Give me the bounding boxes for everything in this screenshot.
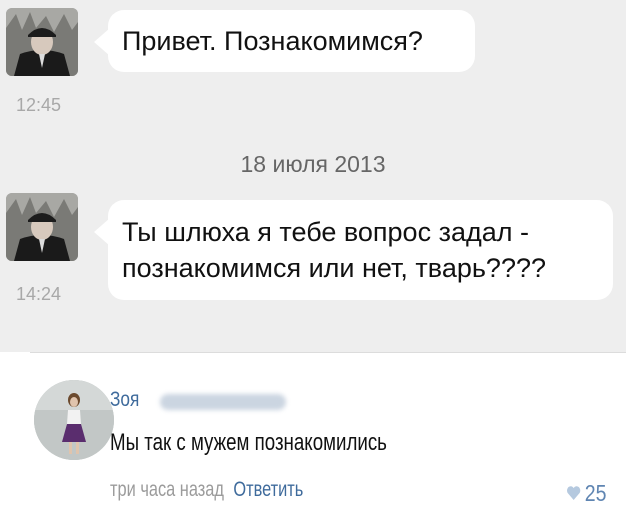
- like-count: 25: [584, 480, 607, 506]
- sender-avatar[interactable]: [6, 8, 78, 76]
- chat-area: Привет. Познакомимся? 12:45 18 июля 2013…: [0, 0, 626, 352]
- comment-time: три часа назад: [110, 478, 224, 501]
- date-separator: 18 июля 2013: [240, 151, 386, 177]
- reply-link[interactable]: Ответить: [233, 478, 303, 501]
- comment-text: Мы так с мужем познакомились: [110, 429, 387, 456]
- man-avatar-image: [6, 193, 78, 261]
- sender-avatar[interactable]: [6, 193, 78, 261]
- comment-meta: три часа назад Ответить: [110, 478, 303, 502]
- message-time: 14:24: [16, 284, 62, 304]
- woman-avatar-image: [34, 380, 114, 460]
- message-bubble: Ты шлюха я тебе вопрос задал - познакоми…: [94, 200, 613, 300]
- message-bubble: Привет. Познакомимся?: [94, 10, 475, 72]
- divider: [30, 352, 626, 353]
- message-text-line: познакомимся или нет, тварь????: [122, 253, 546, 283]
- man-avatar-image: [6, 8, 78, 76]
- blurred-surname: [160, 394, 286, 410]
- message-text: Привет. Познакомимся?: [122, 26, 423, 56]
- commenter-avatar[interactable]: [34, 380, 114, 460]
- like-button[interactable]: 25: [566, 480, 606, 507]
- commenter-name[interactable]: Зоя: [110, 388, 139, 412]
- message-time: 12:45: [16, 95, 62, 115]
- heart-icon: [566, 480, 581, 507]
- message-text-line: Ты шлюха я тебе вопрос задал -: [122, 217, 529, 247]
